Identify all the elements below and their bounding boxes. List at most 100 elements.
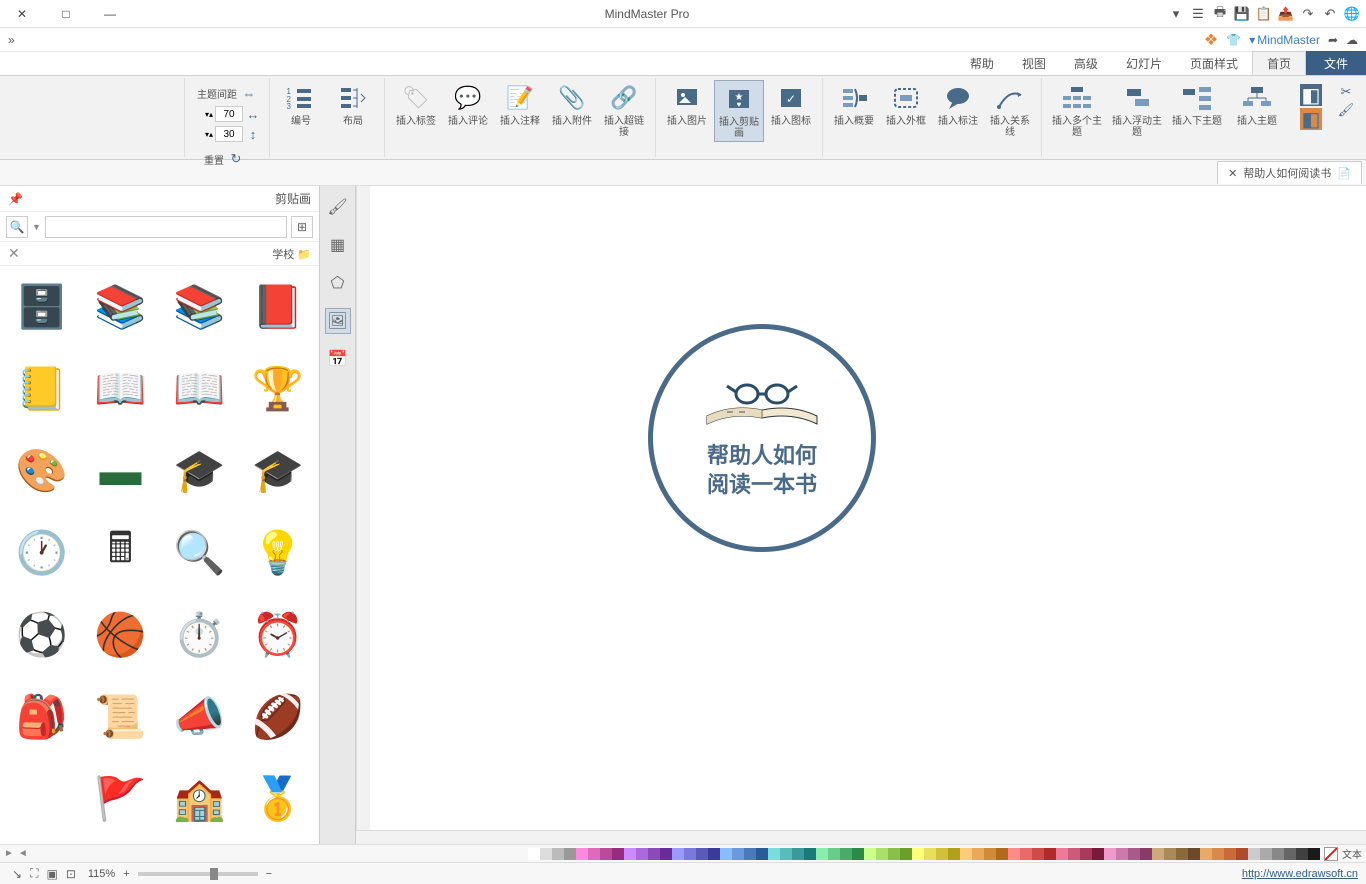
color-swatch[interactable] [768, 848, 780, 860]
expand-icon[interactable]: « [8, 33, 15, 47]
clipart-soccer[interactable]: ⚽ [7, 600, 77, 670]
tab-advanced[interactable]: 高级 [1060, 51, 1112, 75]
website-link[interactable]: http://www.edrawsoft.cn [1242, 868, 1358, 880]
color-swatch[interactable] [552, 848, 564, 860]
insert-multi-button[interactable]: 插入多个主题 [1048, 80, 1106, 140]
color-swatch[interactable] [1200, 848, 1212, 860]
color-swatch[interactable] [1164, 848, 1176, 860]
no-color-swatch[interactable] [1324, 847, 1338, 861]
color-swatch[interactable] [1260, 848, 1272, 860]
color-swatch[interactable] [1020, 848, 1032, 860]
category-close-icon[interactable]: ✕ [8, 245, 20, 262]
clipart-books-trophy[interactable]: 🏆 [243, 354, 313, 424]
share-icon[interactable]: ➦ [1328, 33, 1338, 47]
insert-relation-button[interactable]: 插入关系线 [985, 80, 1035, 140]
fill-color2-icon[interactable]: ◧ [1300, 108, 1322, 130]
pin-icon[interactable]: 📌 [8, 192, 23, 206]
zoom-minus[interactable]: − [266, 868, 272, 880]
color-swatch[interactable] [1104, 848, 1116, 860]
color-swatch[interactable] [936, 848, 948, 860]
menu-icon[interactable]: ☰ [1190, 6, 1206, 22]
color-swatch[interactable] [1032, 848, 1044, 860]
clipart-clock[interactable]: 🕐 [7, 518, 77, 588]
file-tab[interactable]: 文件 [1306, 51, 1366, 75]
color-swatch[interactable] [1176, 848, 1188, 860]
insert-summary-button[interactable]: 插入概要 [829, 80, 879, 129]
strip-brush-icon[interactable]: 🖌 [325, 194, 351, 220]
color-swatch[interactable] [828, 848, 840, 860]
fill-color-icon[interactable]: ◧ [1300, 84, 1322, 106]
search-dropdown-icon[interactable]: ▼ [32, 222, 41, 232]
strip-tasks-icon[interactable]: ▦ [325, 232, 351, 258]
clipart-book-shelf[interactable]: 🗄️ [7, 272, 77, 342]
insert-tag-button[interactable]: 🏷插入标签 [391, 80, 441, 129]
color-swatch[interactable] [1056, 848, 1068, 860]
insert-note-button[interactable]: 📝插入注释 [495, 80, 545, 129]
clipart-school[interactable]: 🏫 [164, 764, 234, 834]
format-painter-icon[interactable]: 🖌 [1338, 102, 1354, 118]
swatch-scroll-right[interactable]: ► [4, 848, 14, 859]
insert-picture-button[interactable]: 插入图片 [662, 80, 712, 129]
clipart-grad-cap1[interactable]: 🎓 [243, 436, 313, 506]
central-node[interactable]: 帮助人如何 阅读一本书 [648, 324, 876, 552]
insert-attach-button[interactable]: 📎插入附件 [547, 80, 597, 129]
color-swatch[interactable] [996, 848, 1008, 860]
color-swatch[interactable] [1152, 848, 1164, 860]
color-swatch[interactable] [864, 848, 876, 860]
insert-clipart-button[interactable]: ★♥插入剪贴画 [714, 80, 764, 142]
color-swatch[interactable] [1212, 848, 1224, 860]
color-swatch[interactable] [876, 848, 888, 860]
clipart-basketball[interactable]: 🏀 [86, 600, 156, 670]
zoom-plus[interactable]: + [123, 868, 129, 880]
color-swatch[interactable] [1188, 848, 1200, 860]
color-swatch[interactable] [1308, 848, 1320, 860]
horizontal-scrollbar[interactable] [356, 830, 1366, 844]
color-swatch[interactable] [756, 848, 768, 860]
fit-page-icon[interactable]: ⊡ [66, 867, 76, 881]
search-input[interactable] [45, 216, 287, 238]
color-swatch[interactable] [684, 848, 696, 860]
clipart-lamp[interactable]: 💡 [243, 518, 313, 588]
color-swatch[interactable] [948, 848, 960, 860]
color-swatch[interactable] [1008, 848, 1020, 860]
color-swatch[interactable] [1224, 848, 1236, 860]
save-icon[interactable]: 💾 [1234, 6, 1250, 22]
maximize-button[interactable]: □ [44, 0, 88, 28]
clipart-book-open[interactable]: 📖 [164, 354, 234, 424]
clipart-flags[interactable]: 🚩 [86, 764, 156, 834]
swatch-scroll-left[interactable]: ◄ [18, 848, 28, 859]
clipart-book-red[interactable]: 📕 [243, 272, 313, 342]
layout-button[interactable]: 布局 [328, 80, 378, 129]
number-button[interactable]: 123编号 [276, 80, 326, 129]
color-swatch[interactable] [528, 848, 540, 860]
paste-icon[interactable]: 📋 [1256, 6, 1272, 22]
search-icon[interactable]: 🔍 [6, 216, 28, 238]
insert-topic-button[interactable]: 插入主题 [1228, 80, 1286, 129]
globe-icon[interactable]: 🌐 [1344, 6, 1360, 22]
insert-comment-button[interactable]: 💬插入评论 [443, 80, 493, 129]
clipart-alarm[interactable]: ⏰ [243, 600, 313, 670]
color-swatch[interactable] [1140, 848, 1152, 860]
insert-subtopic-button[interactable]: 插入下主题 [1168, 80, 1226, 129]
fit-width-icon[interactable]: ▣ [46, 867, 57, 881]
color-swatch[interactable] [960, 848, 972, 860]
insert-link-button[interactable]: 🔗插入超链接 [599, 80, 649, 140]
color-swatch[interactable] [1128, 848, 1140, 860]
clipart-medal[interactable]: 🥇 [243, 764, 313, 834]
clipart-stopwatch[interactable]: ⏱️ [164, 600, 234, 670]
height-spinner[interactable]: ↕▴▾ [205, 126, 261, 142]
color-swatch[interactable] [1284, 848, 1296, 860]
fullscreen-icon[interactable]: ⛶ [30, 866, 38, 881]
clipart-backpack[interactable]: 🎒 [7, 682, 77, 752]
color-swatch[interactable] [852, 848, 864, 860]
color-swatch[interactable] [912, 848, 924, 860]
color-swatch[interactable] [660, 848, 672, 860]
color-swatch[interactable] [600, 848, 612, 860]
cut-icon[interactable]: ✂ [1338, 84, 1354, 100]
clipart-calculator[interactable]: 🖩 [86, 518, 156, 588]
clipart-books-stack[interactable]: 📚 [164, 272, 234, 342]
color-swatch[interactable] [888, 848, 900, 860]
clipart-magnifier[interactable]: 🔍 [164, 518, 234, 588]
color-swatch[interactable] [840, 848, 852, 860]
color-swatch[interactable] [720, 848, 732, 860]
